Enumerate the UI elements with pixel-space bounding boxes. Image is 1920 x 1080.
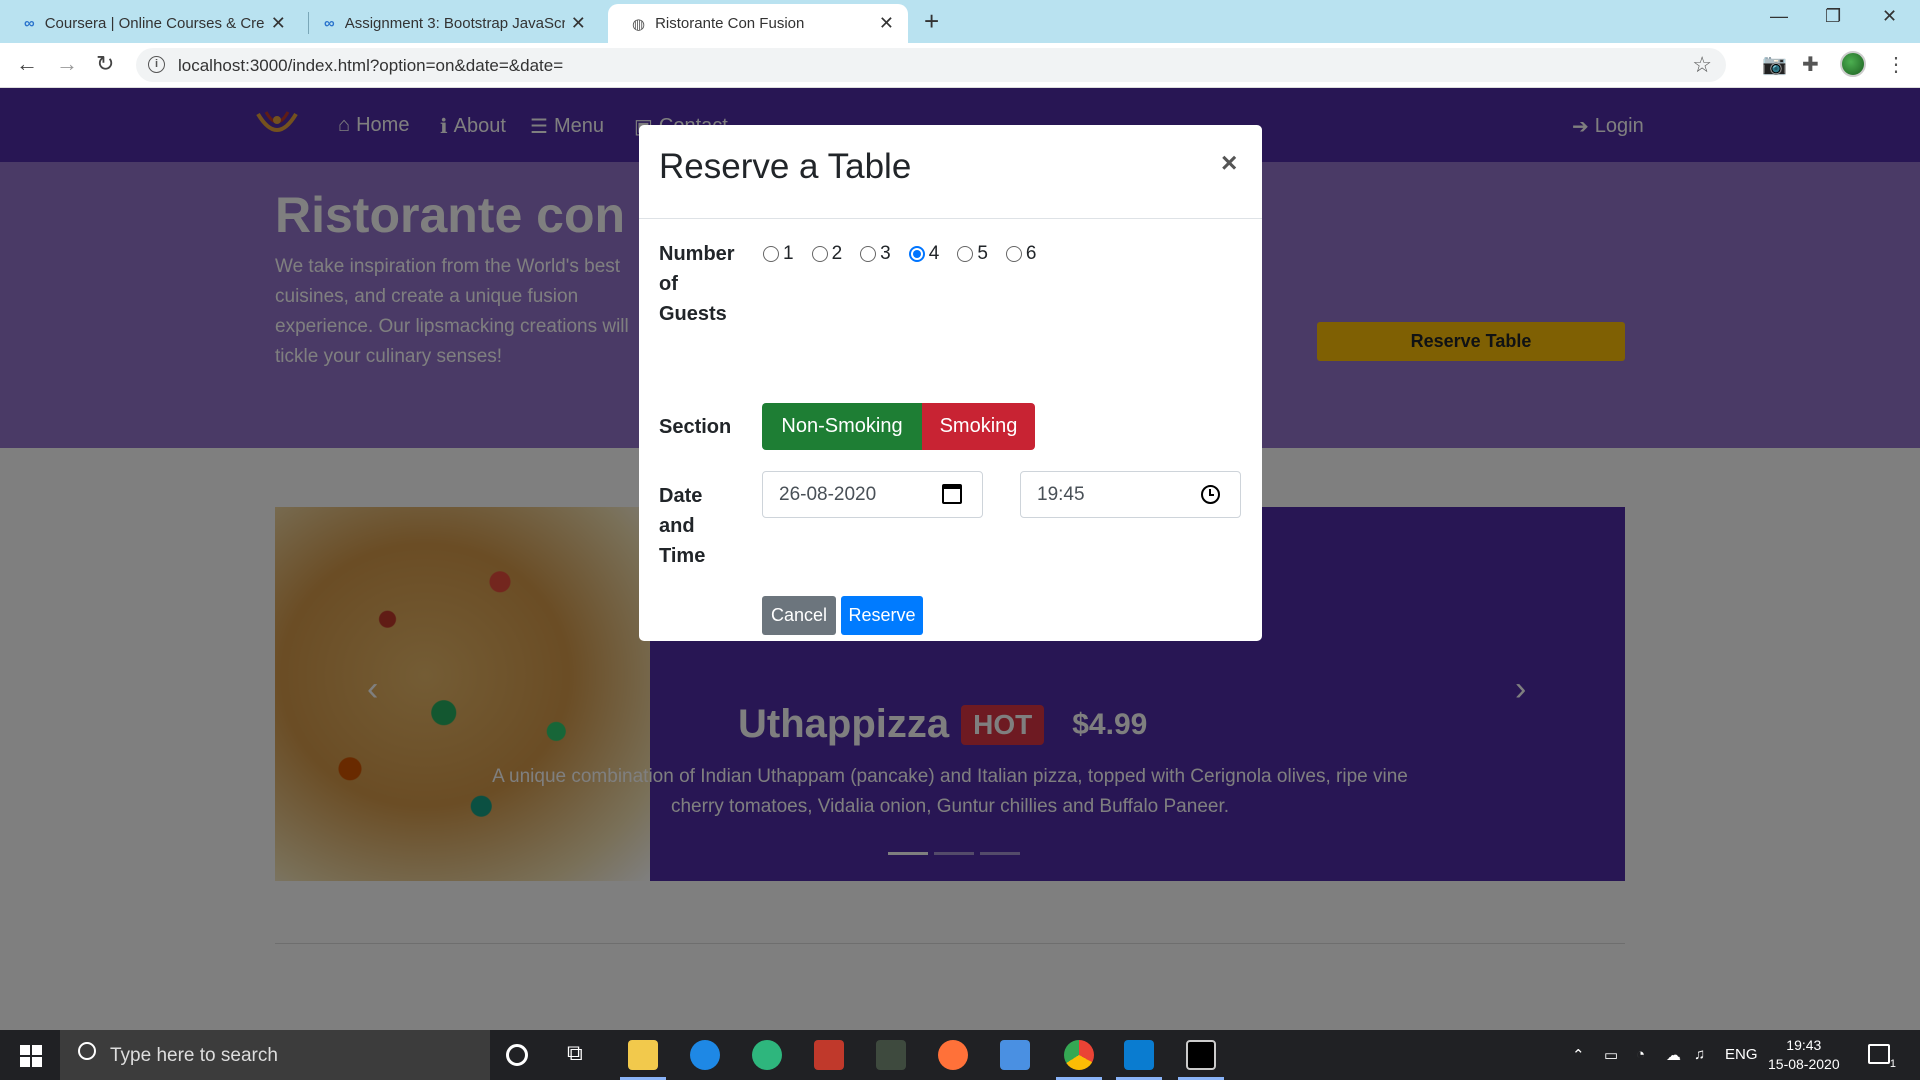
mail-icon[interactable] [1000,1040,1030,1070]
volume-icon[interactable]: ♫ [1694,1046,1705,1063]
address-bar-row: ← → ↻ i localhost:3000/index.html?option… [0,43,1920,88]
show-hidden-icons[interactable]: ⌃ [1572,1046,1585,1064]
vscode-icon[interactable] [1124,1040,1154,1070]
radio-label: 4 [928,243,940,264]
guest-option-4[interactable]: 4 [908,243,940,265]
back-icon[interactable]: ← [16,51,38,77]
clock-time: 19:43 [1786,1037,1822,1053]
coursera-favicon-icon: ∞ [24,15,35,32]
cancel-button[interactable]: Cancel [762,596,836,635]
radio-label: 2 [831,243,843,264]
coursera-favicon-icon: ∞ [324,15,335,32]
guest-option-2[interactable]: 2 [811,243,843,265]
guest-option-1[interactable]: 1 [763,243,794,265]
edge-icon[interactable] [690,1040,720,1070]
radio-button[interactable] [763,246,779,262]
reserve-table-modal: Reserve a Table × Number of Guests 1 2 3… [639,125,1262,641]
more-menu-icon[interactable]: ⋮ [1886,52,1906,77]
radio-button-selected[interactable] [908,246,925,262]
atom-icon[interactable] [752,1040,782,1070]
tab-coursera[interactable]: ∞ Coursera | Online Courses & Credential… [0,4,300,43]
url-bar[interactable]: i localhost:3000/index.html?option=on&da… [136,48,1726,82]
file-explorer-icon[interactable] [628,1040,658,1070]
url-text[interactable]: localhost:3000/index.html?option=on&date… [178,56,563,76]
chrome-icon[interactable] [1064,1040,1094,1070]
time-input[interactable]: 19:45 [1020,471,1241,518]
system-clock[interactable]: 19:43 15-08-2020 [1768,1036,1840,1074]
cortana-icon[interactable] [506,1044,528,1066]
smoking-button[interactable]: Smoking [922,403,1035,450]
tab-close-icon[interactable]: ✕ [571,13,586,34]
radio-label: 3 [880,243,891,264]
info-icon[interactable]: i [148,56,165,73]
close-window-icon[interactable]: ✕ [1882,6,1897,27]
game-icon[interactable] [876,1040,906,1070]
guests-radio-group: 1 2 3 4 5 6 [763,243,1054,265]
calendar-icon[interactable] [942,484,962,504]
windows-start-icon[interactable] [20,1045,42,1067]
guest-option-5[interactable]: 5 [957,243,988,265]
radio-label: 5 [977,243,988,264]
radio-button[interactable] [1005,246,1022,262]
reload-icon[interactable]: ↻ [96,51,114,77]
clock-date: 15-08-2020 [1768,1056,1840,1072]
guests-label: Number of Guests [659,243,735,325]
task-view-icon[interactable]: ⧉ [567,1040,597,1070]
tab-ristorante[interactable]: ◍ Ristorante Con Fusion ✕ [608,4,908,43]
reserve-button[interactable]: Reserve [841,596,923,635]
tab-assignment[interactable]: ∞ Assignment 3: Bootstrap JavaScript Com… [300,4,600,43]
terminal-icon[interactable] [1186,1040,1216,1070]
time-value: 19:45 [1037,484,1085,505]
tab-title: Assignment 3: Bootstrap JavaScript Compo… [344,15,565,32]
radio-button[interactable] [811,246,828,262]
search-placeholder: Type here to search [110,1045,278,1066]
non-smoking-button[interactable]: Non-Smoking [762,403,922,450]
minimize-icon[interactable]: — [1770,6,1788,27]
tab-title: Ristorante Con Fusion [655,15,805,32]
modal-title: Reserve a Table [659,147,912,186]
notification-icon[interactable]: 1 [1868,1044,1896,1070]
date-value: 26-08-2020 [779,484,877,505]
radio-button[interactable] [957,246,974,262]
guest-option-6[interactable]: 6 [1005,243,1037,265]
tab-title: Coursera | Online Courses & Credentials [44,15,265,32]
guest-option-3[interactable]: 3 [860,243,891,265]
new-tab-button[interactable]: + [924,6,939,36]
onedrive-icon[interactable]: ☁ [1666,1046,1681,1064]
radio-label: 6 [1025,243,1037,264]
camera-icon[interactable]: 📷 [1762,52,1787,77]
wifi-icon[interactable]: ◔ [1636,1046,1645,1063]
radio-label: 1 [783,243,794,264]
browser-tab-bar: ∞ Coursera | Online Courses & Credential… [0,0,1920,43]
tab-close-icon[interactable]: ✕ [879,13,894,34]
modal-header: Reserve a Table × [639,125,1262,219]
maximize-icon[interactable]: ❐ [1825,6,1841,27]
datetime-label: Date and Time [659,485,706,567]
globe-favicon-icon: ◍ [632,15,646,33]
postman-icon[interactable] [814,1040,844,1070]
taskbar-search[interactable]: Type here to search [60,1030,490,1080]
radio-button[interactable] [860,246,877,262]
language-indicator[interactable]: ENG [1725,1046,1758,1063]
windows-taskbar: Type here to search ⧉ ⌃ ▭ ◔ ☁ ♫ ENG 19:4… [0,1030,1920,1080]
extensions-puzzle-icon[interactable]: ✚ [1802,52,1819,77]
close-icon[interactable]: × [1221,147,1237,179]
clock-icon[interactable] [1201,485,1220,504]
forward-icon[interactable]: → [56,51,78,77]
notification-count: 1 [1889,1058,1896,1070]
bookmark-star-icon[interactable]: ☆ [1692,52,1712,78]
date-input[interactable]: 26-08-2020 [762,471,983,518]
firefox-icon[interactable] [938,1040,968,1070]
battery-icon[interactable]: ▭ [1604,1046,1618,1064]
profile-avatar[interactable] [1840,51,1866,77]
web-page: ⌂ Home ℹ About ☰ Menu ▣ Contact ➔ Login … [0,88,1920,1030]
section-label: Section [659,416,732,438]
tab-close-icon[interactable]: ✕ [271,13,286,34]
search-icon [78,1042,96,1060]
